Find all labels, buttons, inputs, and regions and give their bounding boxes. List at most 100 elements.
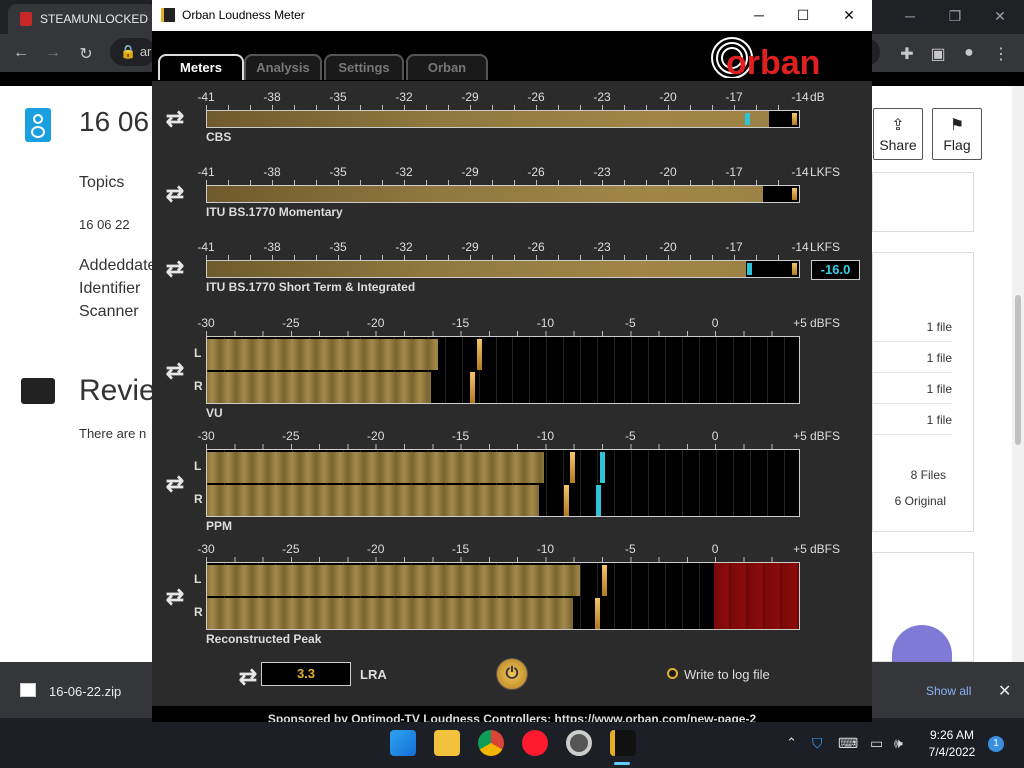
- stereo-meter-0-segment: [512, 337, 514, 403]
- volume-icon[interactable]: 🕪: [894, 735, 903, 752]
- site-favicon-icon: [20, 12, 32, 26]
- meter-0-tick: -41: [197, 90, 215, 104]
- meter-2-tick: -41: [197, 240, 215, 254]
- browser-restore-icon[interactable]: ❐: [935, 4, 975, 28]
- tab-analysis[interactable]: Analysis: [244, 54, 322, 80]
- meter-2-value-box: -16.0: [811, 260, 860, 280]
- clock-time[interactable]: 9:26 AM: [920, 728, 984, 742]
- stereo-meter-0-segment: [767, 337, 769, 403]
- file-explorer-icon[interactable]: [434, 730, 460, 756]
- meter-0-peak-marker: [792, 113, 797, 125]
- stereo-meter-0-reset-icon[interactable]: ⇄: [163, 358, 187, 384]
- stereo-meter-2-reset-icon[interactable]: ⇄: [163, 584, 187, 610]
- stereo-meter-0-scale: -30 -25 -20 -15 -10 -5 0 +5: [197, 316, 807, 332]
- page-scrollbar-thumb[interactable]: [1015, 295, 1021, 445]
- keyboard-icon[interactable]: ⌨: [838, 735, 858, 752]
- stereo-meter-0-label: VU: [206, 406, 223, 420]
- stereo-meter-0-tick: -15: [451, 316, 470, 330]
- reviews-speech-icon: [21, 378, 55, 404]
- meter-1-tick: -29: [461, 165, 479, 179]
- download-file-name[interactable]: 16-06-22.zip: [49, 684, 121, 699]
- stereo-meter-1-tick: -25: [282, 429, 300, 443]
- tab-settings[interactable]: Settings: [324, 54, 404, 80]
- stereo-meter-1-L-fill: [207, 452, 545, 483]
- stereo-meter-2-unit: dBFS: [810, 542, 841, 556]
- stereo-meter-0-unit: dBFS: [810, 316, 841, 330]
- topics-value[interactable]: 16 06 22: [79, 217, 130, 232]
- notification-badge[interactable]: 1: [988, 736, 1004, 752]
- stereo-meter-1-segment: [631, 450, 633, 516]
- tab-orban[interactable]: Orban: [406, 54, 488, 80]
- meter-2-tick: -14: [791, 240, 809, 254]
- stereo-meter-2-label: Reconstructed Peak: [206, 632, 322, 646]
- meter-1-level-fill: [207, 186, 764, 202]
- tab-meters[interactable]: Meters: [158, 54, 244, 80]
- stereo-meter-1-segment: [716, 450, 718, 516]
- stereo-meter-0-segment: [716, 337, 718, 403]
- stereo-meter-1-tick: -30: [197, 429, 215, 443]
- stereo-meter-0-segment: [665, 337, 667, 403]
- profile-avatar-icon[interactable]: ●: [958, 44, 980, 62]
- browser-tab[interactable]: STEAMUNLOCKED »: [8, 4, 156, 34]
- windows-start-icon[interactable]: [390, 730, 416, 756]
- meter-2-tick: -20: [659, 240, 677, 254]
- stereo-meter-1-tick: -5: [624, 429, 636, 443]
- stereo-meter-0-segment: [648, 337, 650, 403]
- meter-0-label: CBS: [206, 130, 232, 144]
- downloads-close-icon[interactable]: ✕: [998, 681, 1011, 701]
- meta-scanner: Scanner: [79, 303, 139, 320]
- stereo-meter-0-segment: [495, 337, 497, 403]
- stereo-meter-1-reset-icon[interactable]: ⇄: [163, 471, 187, 497]
- flag-button[interactable]: ⚑ Flag: [932, 108, 982, 160]
- share-button[interactable]: ⇪ Share: [873, 108, 923, 160]
- write-log-label[interactable]: Write to log file: [684, 667, 770, 682]
- meter-2-tick: -23: [593, 240, 611, 254]
- orban-minimize-icon[interactable]: ─: [744, 4, 774, 26]
- files-original[interactable]: 6 Original: [872, 494, 946, 508]
- sponsor-footer[interactable]: Sponsored by Optimod-TV Loudness Control…: [152, 706, 872, 722]
- opera-app-icon[interactable]: [522, 730, 548, 756]
- lra-reset-icon[interactable]: ⇄: [236, 664, 260, 690]
- network-icon[interactable]: ▭: [870, 735, 883, 752]
- orban-close-icon[interactable]: ✕: [834, 4, 864, 26]
- media-app-icon[interactable]: [566, 730, 592, 756]
- reload-icon[interactable]: ↻: [75, 44, 97, 64]
- stereo-meter-1-channel-R: R: [194, 492, 203, 506]
- file-count-4[interactable]: 1 file: [872, 405, 952, 435]
- meter-0-tick: -29: [461, 90, 479, 104]
- chrome-menu-icon[interactable]: ⋮: [990, 44, 1012, 64]
- meter-0-tick: -26: [527, 90, 545, 104]
- file-count-1[interactable]: 1 file: [872, 312, 952, 342]
- files-total[interactable]: 8 Files: [872, 468, 946, 482]
- browser-minimize-icon[interactable]: ─: [890, 4, 930, 28]
- stereo-meter-0-segment: [733, 337, 735, 403]
- side-panel-icon[interactable]: ▣: [927, 44, 949, 64]
- extensions-puzzle-icon[interactable]: ✚: [896, 44, 918, 64]
- show-all-link[interactable]: Show all: [926, 684, 971, 698]
- security-shield-icon[interactable]: ⛉: [812, 735, 823, 752]
- browser-close-icon[interactable]: ✕: [980, 4, 1020, 28]
- forward-arrow-icon[interactable]: →: [42, 44, 64, 62]
- meta-addeddate: Addeddate: [79, 257, 157, 274]
- power-button-icon[interactable]: ⏻: [496, 658, 528, 690]
- file-count-3[interactable]: 1 file: [872, 374, 952, 404]
- file-count-2[interactable]: 1 file: [872, 343, 952, 373]
- meter-0-reset-icon[interactable]: ⇄: [163, 106, 187, 132]
- stereo-meter-1-L-hold: [599, 452, 605, 483]
- address-bar[interactable]: 🔒 ar: [110, 38, 156, 66]
- stereo-meter-2-tick: -25: [282, 542, 300, 556]
- clock-date[interactable]: 7/4/2022: [920, 745, 984, 759]
- meter-0-tick: -20: [659, 90, 677, 104]
- meter-0-tick: -14: [791, 90, 809, 104]
- write-log-radio[interactable]: [667, 668, 678, 679]
- back-arrow-icon[interactable]: ←: [10, 44, 32, 62]
- meter-1-reset-icon[interactable]: ⇄: [163, 181, 187, 207]
- stereo-meter-0-segment: [461, 337, 463, 403]
- chrome-app-icon[interactable]: [478, 730, 504, 756]
- browser-tab-title: STEAMUNLOCKED »: [40, 12, 156, 26]
- tray-chevron-icon[interactable]: ⌃: [786, 735, 797, 751]
- orban-maximize-icon[interactable]: ☐: [788, 4, 818, 26]
- orban-app-icon[interactable]: [610, 730, 636, 756]
- meter-2-reset-icon[interactable]: ⇄: [163, 256, 187, 282]
- stereo-meter-0-segment: [597, 337, 599, 403]
